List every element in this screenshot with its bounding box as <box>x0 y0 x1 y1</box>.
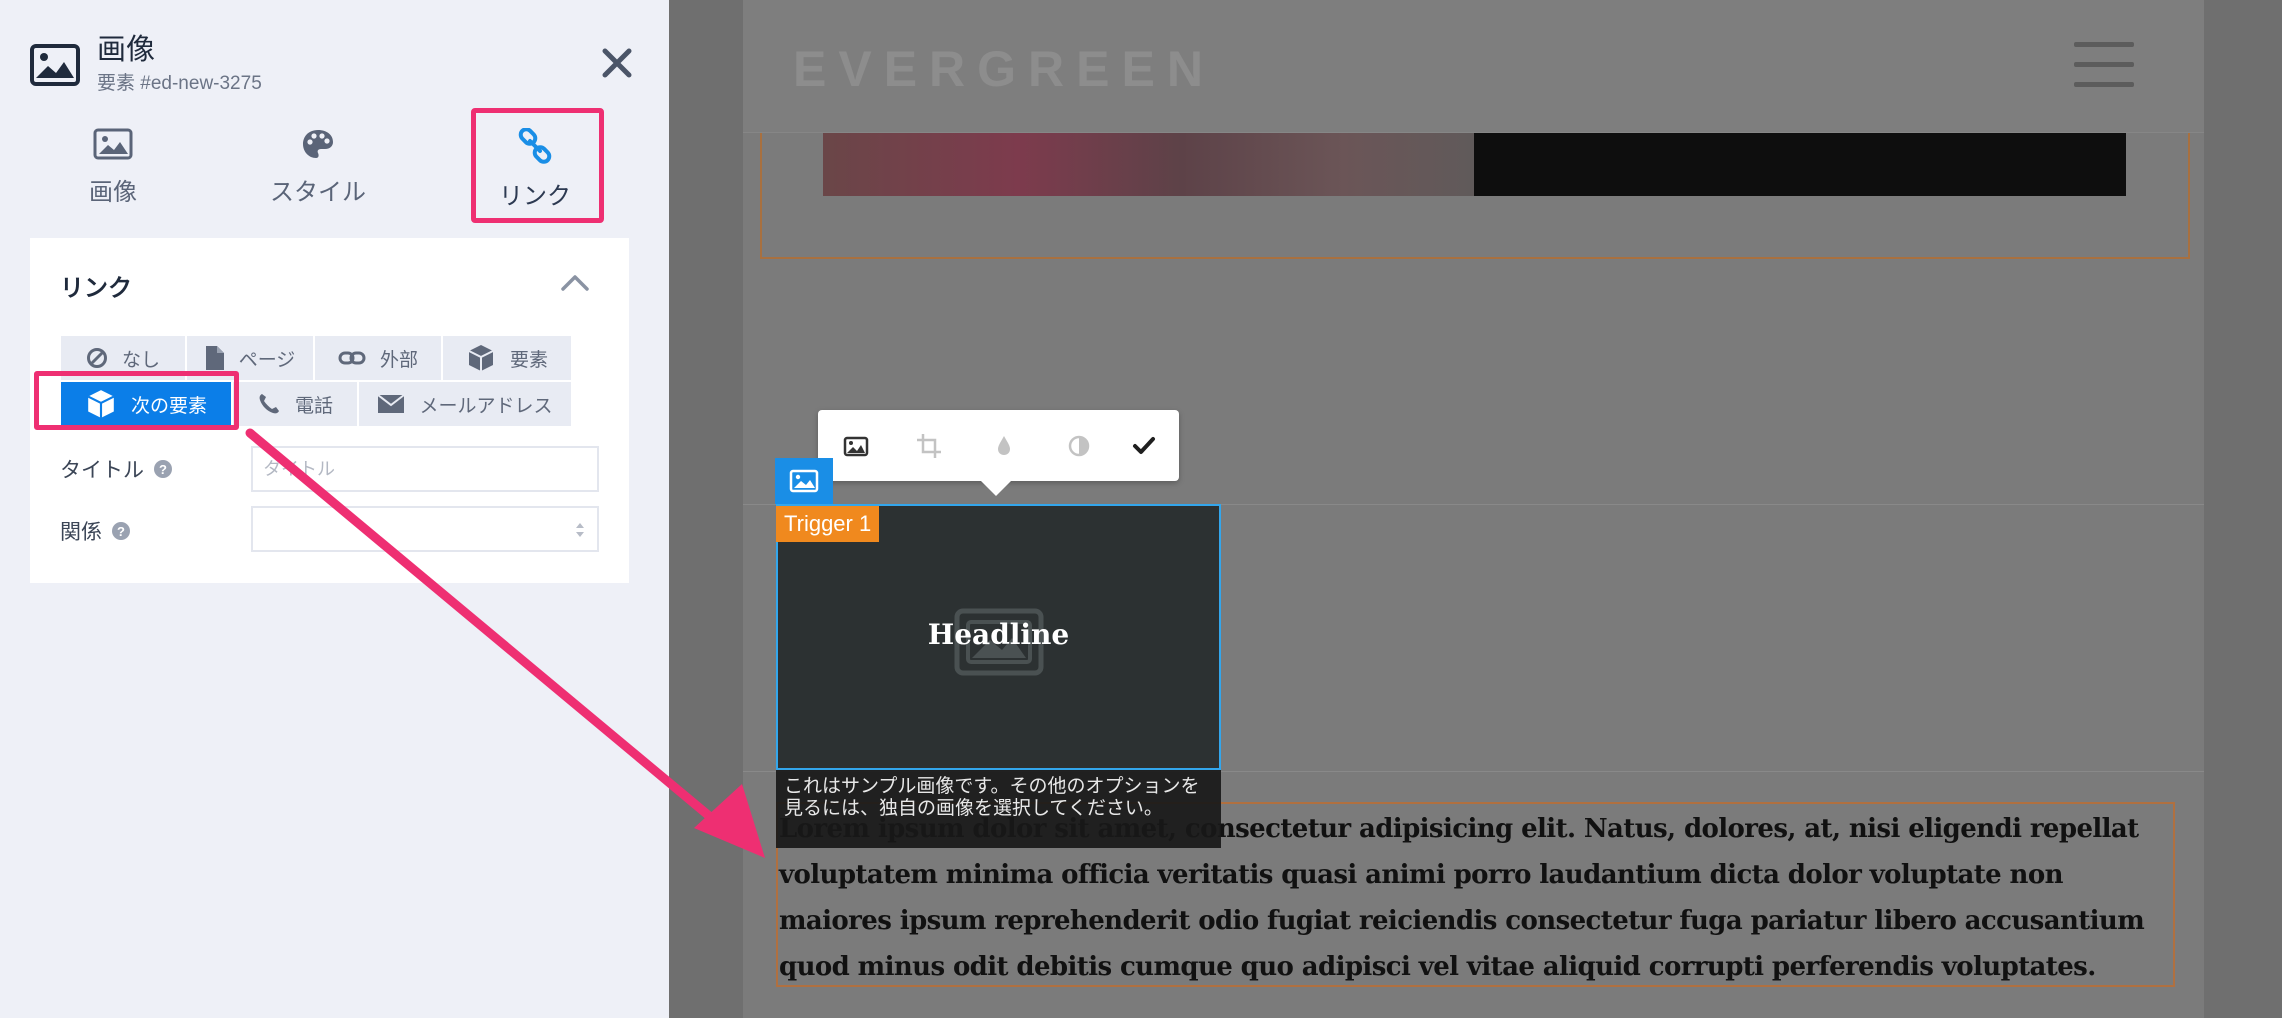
panel-title: 画像 <box>97 34 156 66</box>
file-icon <box>205 346 224 370</box>
link-type-label: 電話 <box>294 395 333 417</box>
link-type-label: 要素 <box>509 349 548 371</box>
link-icon <box>338 351 366 365</box>
toolbar-caret <box>980 480 1012 496</box>
element-type-badge[interactable] <box>775 458 833 504</box>
title-label: タイトル ? <box>60 454 172 484</box>
link-type-label: メールアドレス <box>419 395 553 417</box>
site-logo: EVERGREEN <box>793 41 1215 97</box>
help-icon[interactable]: ? <box>154 460 172 478</box>
link-type-external[interactable]: 外部 <box>315 336 443 380</box>
help-icon[interactable]: ? <box>112 522 130 540</box>
hero-element-outline <box>760 133 2190 259</box>
image-icon <box>789 469 819 493</box>
link-type-element[interactable]: 要素 <box>443 336 573 380</box>
element-id: 要素 #ed-new-3275 <box>97 73 262 94</box>
link-type-label: 外部 <box>379 349 418 371</box>
check-icon[interactable] <box>1128 430 1160 462</box>
tab-style[interactable]: スタイル <box>243 128 393 208</box>
droplet-icon[interactable] <box>988 430 1020 462</box>
crop-icon[interactable] <box>913 430 945 462</box>
link-type-label: ページ <box>238 349 296 371</box>
link-settings-card: リンク なし ページ 外部 要素 次の要素 電話 メールアドレス タイトル ? … <box>30 238 629 583</box>
tab-label: 画像 <box>89 179 137 206</box>
title-input[interactable] <box>251 446 599 492</box>
highlight-box <box>471 108 604 223</box>
chevron-up-icon[interactable] <box>560 272 590 292</box>
highlight-box <box>34 371 239 430</box>
hamburger-menu-icon[interactable] <box>2074 42 2134 92</box>
title-label-text: タイトル <box>60 459 144 482</box>
rel-label: 関係 ? <box>60 516 130 546</box>
image-icon <box>93 128 133 160</box>
envelope-icon <box>377 394 406 413</box>
cube-icon <box>468 345 494 371</box>
image-headline: Headline <box>927 618 1070 651</box>
tab-label: スタイル <box>270 179 366 206</box>
link-type-phone[interactable]: 電話 <box>233 382 359 426</box>
rel-label-text: 関係 <box>60 521 102 544</box>
ban-icon <box>86 348 107 368</box>
rel-select[interactable] <box>251 506 599 552</box>
palette-icon <box>303 130 333 158</box>
phone-icon <box>259 394 279 414</box>
image-toolbar <box>818 410 1179 481</box>
contrast-icon[interactable] <box>1063 430 1095 462</box>
trigger-label: Trigger 1 <box>776 506 880 542</box>
close-icon[interactable] <box>600 46 634 80</box>
link-type-email[interactable]: メールアドレス <box>359 382 573 426</box>
section-title: リンク <box>60 275 132 302</box>
site-header: EVERGREEN <box>743 0 2204 133</box>
link-type-label: なし <box>121 349 160 371</box>
select-arrows-icon <box>576 523 584 537</box>
image-icon <box>30 44 80 86</box>
tab-image[interactable]: 画像 <box>38 128 188 208</box>
sample-image-caption: これはサンプル画像です。その他のオプションを見るには、独自の画像を選択してくださ… <box>776 770 1221 848</box>
image-icon[interactable] <box>840 430 872 462</box>
element-settings-panel: 画像 要素 #ed-new-3275 画像 スタイル リンク リンク なし ペー… <box>0 0 669 1018</box>
